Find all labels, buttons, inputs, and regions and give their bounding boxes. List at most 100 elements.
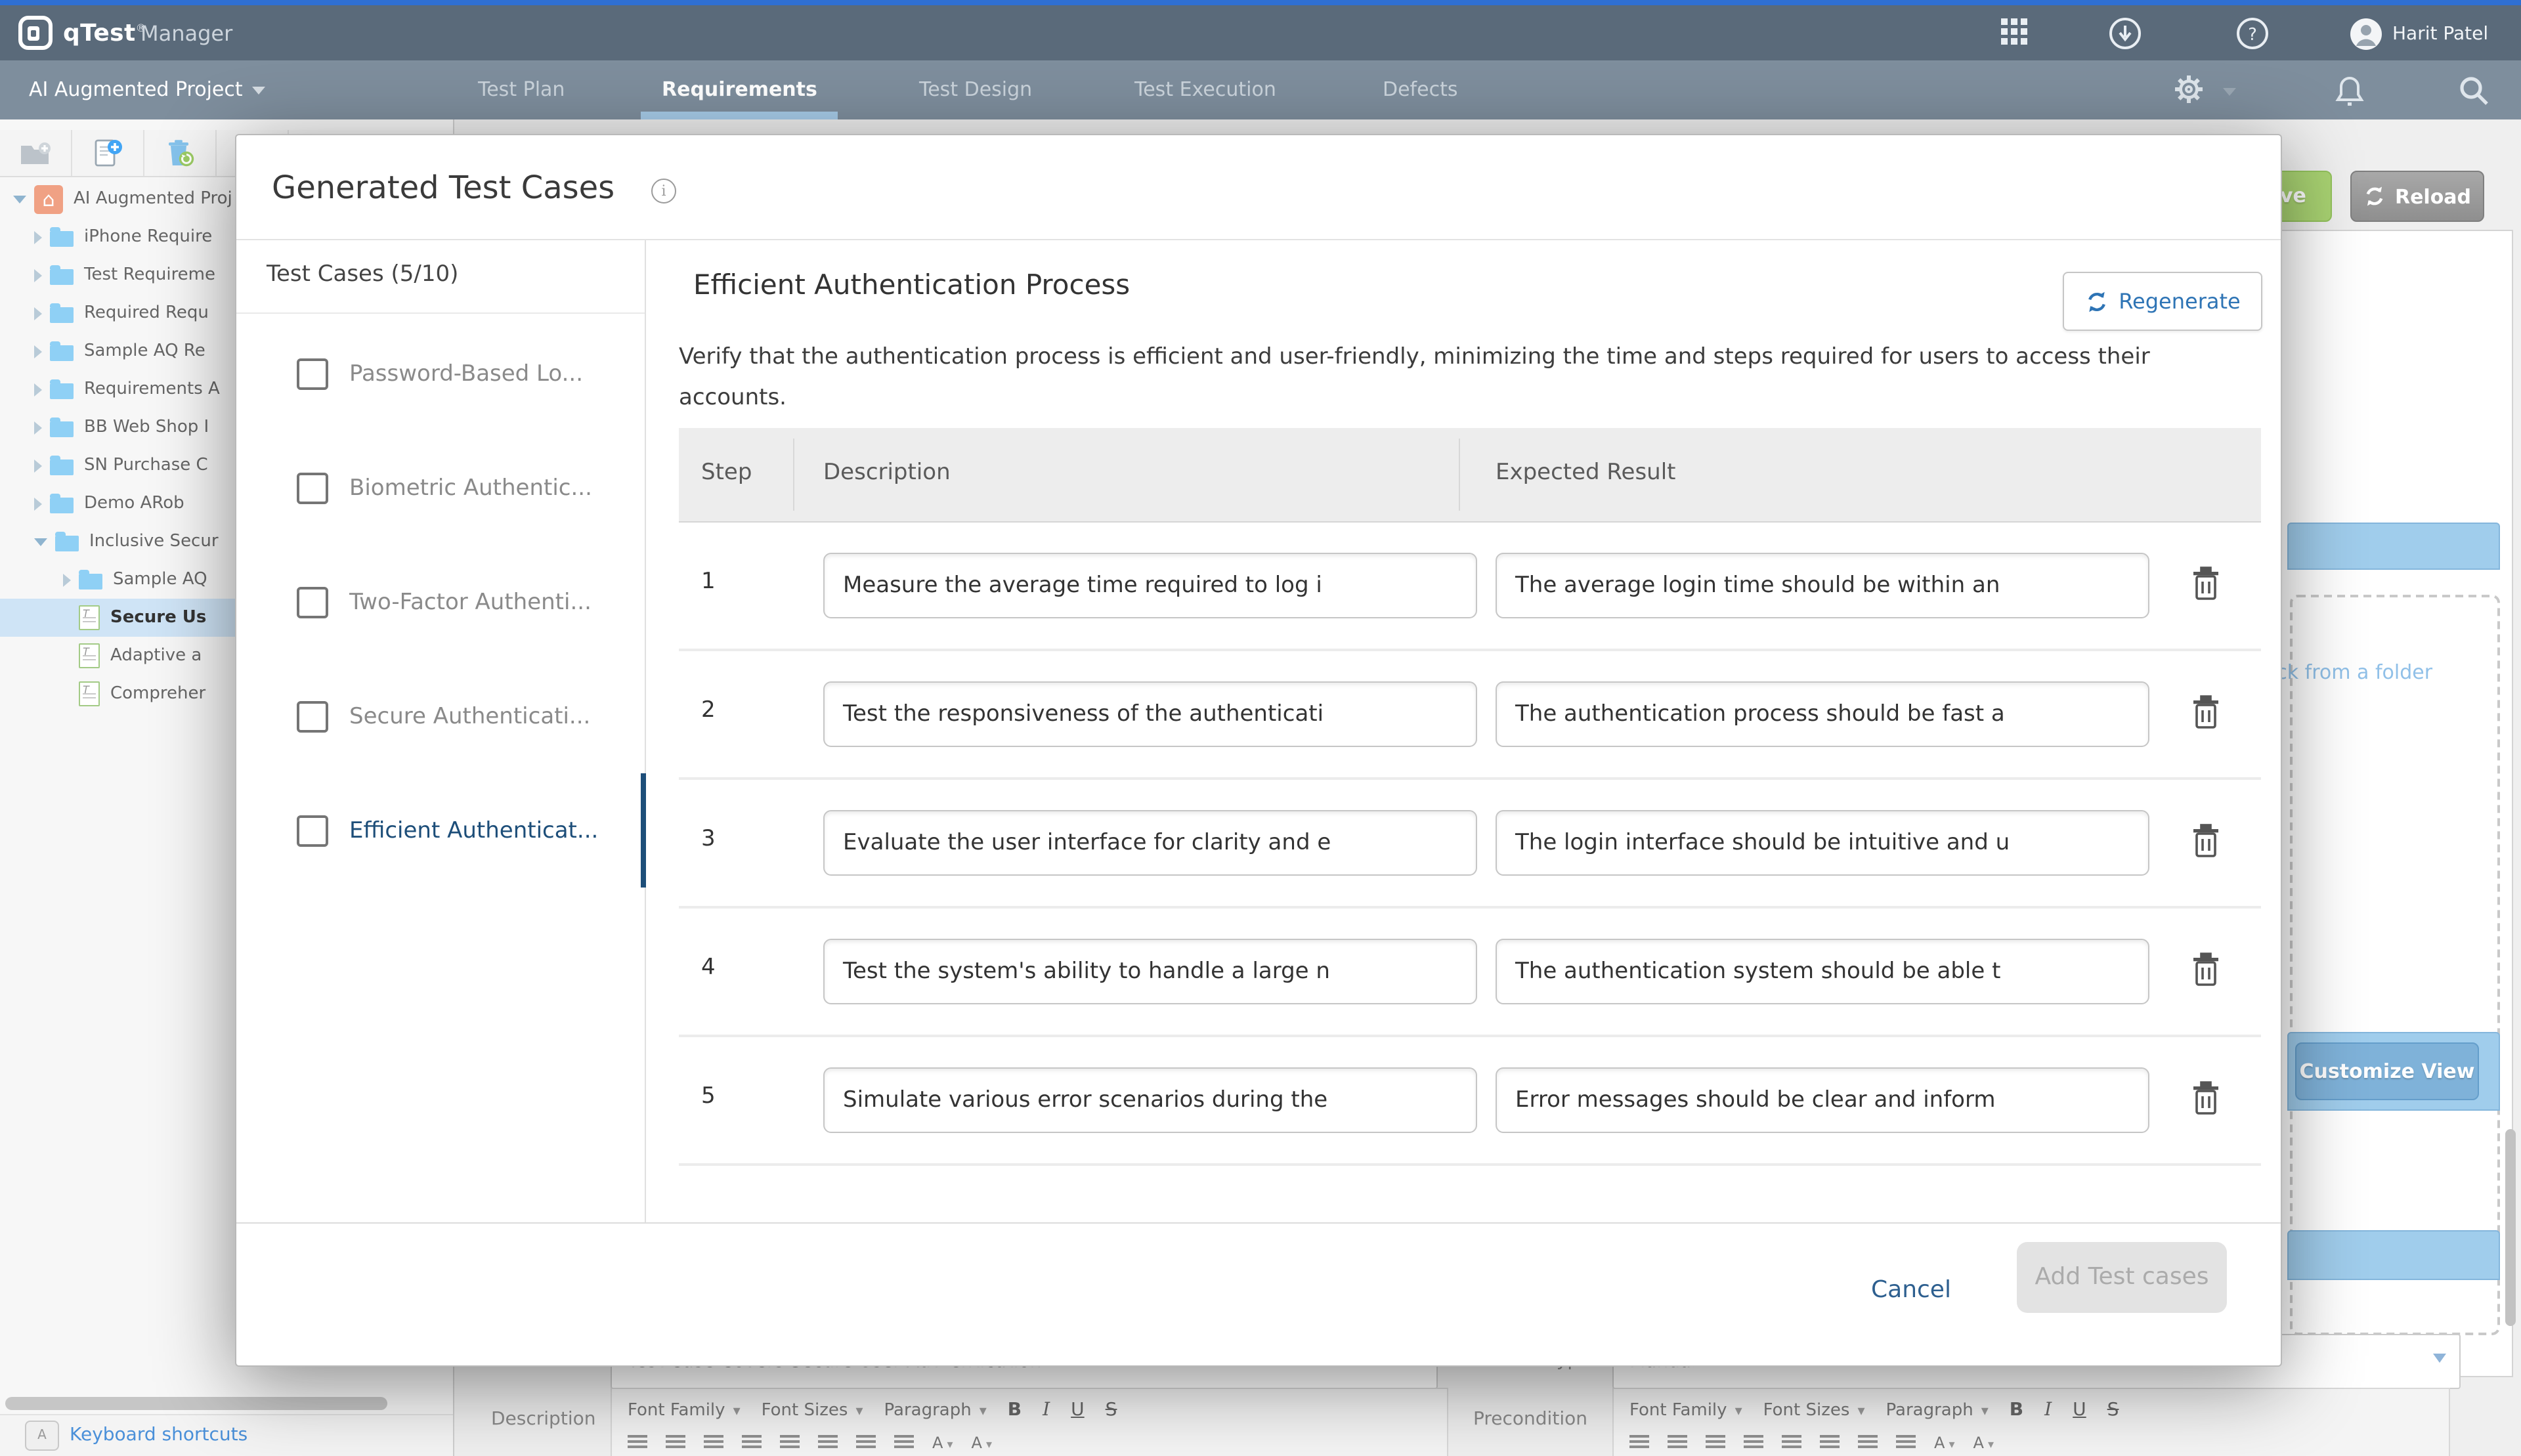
- step-description-input[interactable]: Measure the average time required to log…: [823, 553, 1477, 618]
- trash-icon[interactable]: [2190, 566, 2224, 605]
- outdent-icon[interactable]: [704, 1435, 723, 1451]
- table-header: Step Description Expected Result: [679, 428, 2261, 523]
- project-selector[interactable]: AI Augmented Project: [29, 77, 265, 101]
- apps-grid-icon[interactable]: [2000, 17, 2034, 51]
- indent-icon[interactable]: [1744, 1435, 1763, 1451]
- nav-tab[interactable]: Test Execution: [1134, 60, 1276, 119]
- paragraph-dropdown[interactable]: Paragraph: [1886, 1400, 1989, 1420]
- vertical-scrollbar[interactable]: [2505, 1129, 2516, 1326]
- test-case-checkbox[interactable]: [297, 700, 328, 732]
- font-sizes-dropdown[interactable]: Font Sizes: [762, 1400, 863, 1420]
- align-right-icon[interactable]: [1858, 1435, 1878, 1451]
- tree-caret-icon[interactable]: [34, 459, 42, 472]
- nav-tab[interactable]: Test Design: [919, 60, 1032, 119]
- horizontal-scrollbar[interactable]: [5, 1397, 387, 1410]
- reload-button[interactable]: Reload: [2350, 171, 2484, 222]
- search-icon[interactable]: [2458, 75, 2489, 106]
- outdent-icon[interactable]: [1706, 1435, 1725, 1451]
- italic-button[interactable]: I: [1043, 1400, 1050, 1421]
- tree-caret-icon[interactable]: [34, 383, 42, 396]
- bold-button[interactable]: B: [1008, 1400, 1022, 1421]
- tree-caret-icon[interactable]: [34, 307, 42, 320]
- test-case-list-item[interactable]: Efficient Authenticat...: [236, 773, 645, 888]
- test-case-list-item[interactable]: Two-Factor Authenti...: [236, 545, 645, 659]
- align-center-icon[interactable]: [1820, 1435, 1840, 1451]
- new-requirement-button[interactable]: [72, 130, 144, 176]
- settings-caret-icon[interactable]: [2223, 88, 2236, 96]
- test-case-checkbox[interactable]: [297, 586, 328, 618]
- trash-icon[interactable]: [2190, 823, 2224, 863]
- file-drop-zone[interactable]: [2290, 595, 2500, 1335]
- strikethrough-button[interactable]: S: [2107, 1400, 2119, 1421]
- test-case-checkbox[interactable]: [297, 358, 328, 389]
- numbered-list-icon[interactable]: [666, 1435, 685, 1451]
- tree-caret-icon[interactable]: [34, 230, 42, 244]
- justify-icon[interactable]: [1896, 1435, 1916, 1451]
- bullet-list-icon[interactable]: [1629, 1435, 1649, 1451]
- notifications-bell-icon[interactable]: [2335, 75, 2365, 108]
- tree-caret-icon[interactable]: [63, 573, 71, 586]
- align-left-icon[interactable]: [780, 1435, 800, 1451]
- highlight-color-icon[interactable]: A: [1973, 1434, 1994, 1452]
- underline-button[interactable]: U: [2073, 1400, 2086, 1421]
- trash-icon[interactable]: [2190, 695, 2224, 734]
- cancel-button[interactable]: Cancel: [1871, 1276, 1951, 1304]
- customize-view-button[interactable]: Customize View: [2295, 1042, 2479, 1100]
- expected-result-input[interactable]: The average login time should be within …: [1496, 553, 2149, 618]
- tree-caret-icon[interactable]: [34, 497, 42, 510]
- add-test-cases-button[interactable]: Add Test cases: [2017, 1242, 2227, 1313]
- text-color-icon[interactable]: A: [1934, 1434, 1955, 1452]
- font-sizes-dropdown[interactable]: Font Sizes: [1763, 1400, 1865, 1420]
- test-case-checkbox[interactable]: [297, 472, 328, 503]
- bullet-list-icon[interactable]: [628, 1435, 647, 1451]
- underline-button[interactable]: U: [1071, 1400, 1085, 1421]
- highlight-color-icon[interactable]: A: [972, 1434, 993, 1452]
- trash-icon[interactable]: [2190, 1081, 2224, 1120]
- align-left-icon[interactable]: [1782, 1435, 1801, 1451]
- align-right-icon[interactable]: [856, 1435, 876, 1451]
- step-description-input[interactable]: Test the responsiveness of the authentic…: [823, 681, 1477, 747]
- expected-result-input[interactable]: Error messages should be clear and infor…: [1496, 1067, 2149, 1133]
- test-case-list-item[interactable]: Secure Authenticati...: [236, 659, 645, 773]
- trash-icon[interactable]: [2190, 952, 2224, 991]
- avatar[interactable]: [2349, 17, 2383, 51]
- numbered-list-icon[interactable]: [1668, 1435, 1687, 1451]
- font-family-dropdown[interactable]: Font Family: [1629, 1400, 1742, 1420]
- expected-result-input[interactable]: The login interface should be intuitive …: [1496, 810, 2149, 876]
- user-name[interactable]: Harit Patel: [2392, 24, 2488, 45]
- download-icon[interactable]: [2109, 17, 2143, 51]
- italic-button[interactable]: I: [2044, 1400, 2052, 1421]
- nav-tab[interactable]: Defects: [1383, 60, 1457, 119]
- new-folder-button[interactable]: [0, 130, 72, 176]
- precondition-label: Precondition: [1473, 1409, 1587, 1430]
- step-description-input[interactable]: Simulate various error scenarios during …: [823, 1067, 1477, 1133]
- settings-gear-icon[interactable]: [2173, 74, 2205, 105]
- nav-tab[interactable]: Test Plan: [478, 60, 565, 119]
- tree-caret-icon[interactable]: [13, 195, 26, 203]
- nav-tab[interactable]: Requirements: [662, 60, 817, 119]
- tree-caret-icon[interactable]: [34, 538, 47, 546]
- test-case-list-item[interactable]: Password-Based Lo...: [236, 316, 645, 431]
- text-color-icon[interactable]: A: [932, 1434, 953, 1452]
- paragraph-dropdown[interactable]: Paragraph: [884, 1400, 987, 1420]
- expected-result-input[interactable]: The authentication system should be able…: [1496, 939, 2149, 1004]
- test-case-checkbox[interactable]: [297, 815, 328, 846]
- step-description-input[interactable]: Evaluate the user interface for clarity …: [823, 810, 1477, 876]
- font-family-dropdown[interactable]: Font Family: [628, 1400, 741, 1420]
- bold-button[interactable]: B: [2010, 1400, 2023, 1421]
- tree-caret-icon[interactable]: [34, 421, 42, 434]
- tree-caret-icon[interactable]: [34, 345, 42, 358]
- tree-caret-icon[interactable]: [34, 268, 42, 282]
- info-icon[interactable]: i: [651, 179, 676, 203]
- delete-button[interactable]: [144, 130, 217, 176]
- justify-icon[interactable]: [894, 1435, 914, 1451]
- keyboard-shortcuts-link[interactable]: Keyboard shortcuts: [70, 1424, 248, 1445]
- strikethrough-button[interactable]: S: [1106, 1400, 1117, 1421]
- regenerate-button[interactable]: Regenerate: [2063, 272, 2262, 331]
- align-center-icon[interactable]: [818, 1435, 838, 1451]
- test-case-list-item[interactable]: Biometric Authentic...: [236, 431, 645, 545]
- help-icon[interactable]: ?: [2236, 17, 2270, 51]
- step-description-input[interactable]: Test the system's ability to handle a la…: [823, 939, 1477, 1004]
- indent-icon[interactable]: [742, 1435, 762, 1451]
- expected-result-input[interactable]: The authentication process should be fas…: [1496, 681, 2149, 747]
